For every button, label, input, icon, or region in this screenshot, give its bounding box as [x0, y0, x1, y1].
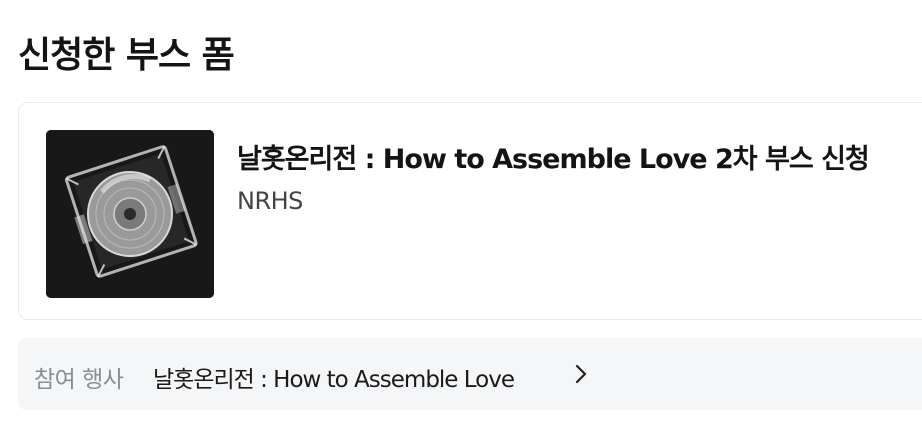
event-label: 참여 행사: [34, 367, 124, 393]
booth-form-card[interactable]: 날홋온리전 : How to Assemble Love 2차 부스 신청 NR…: [18, 102, 922, 320]
form-thumbnail-image: [46, 130, 214, 298]
cd-disc-icon: [46, 130, 214, 298]
participating-event-link[interactable]: 참여 행사 날홋온리전 : How to Assemble Love: [18, 338, 922, 410]
event-name: 날홋온리전 : How to Assemble Love: [153, 367, 515, 393]
form-organizer: NRHS: [237, 187, 303, 215]
page: 신청한 부스 폼 날홋온리전: How to Assemble Love 2차…: [0, 0, 922, 438]
chevron-right-icon: [575, 364, 587, 384]
section-title: 신청한 부스 폼: [18, 35, 235, 76]
form-title: 날홋온리전 : How to Assemble Love 2차 부스 신청: [237, 144, 870, 175]
